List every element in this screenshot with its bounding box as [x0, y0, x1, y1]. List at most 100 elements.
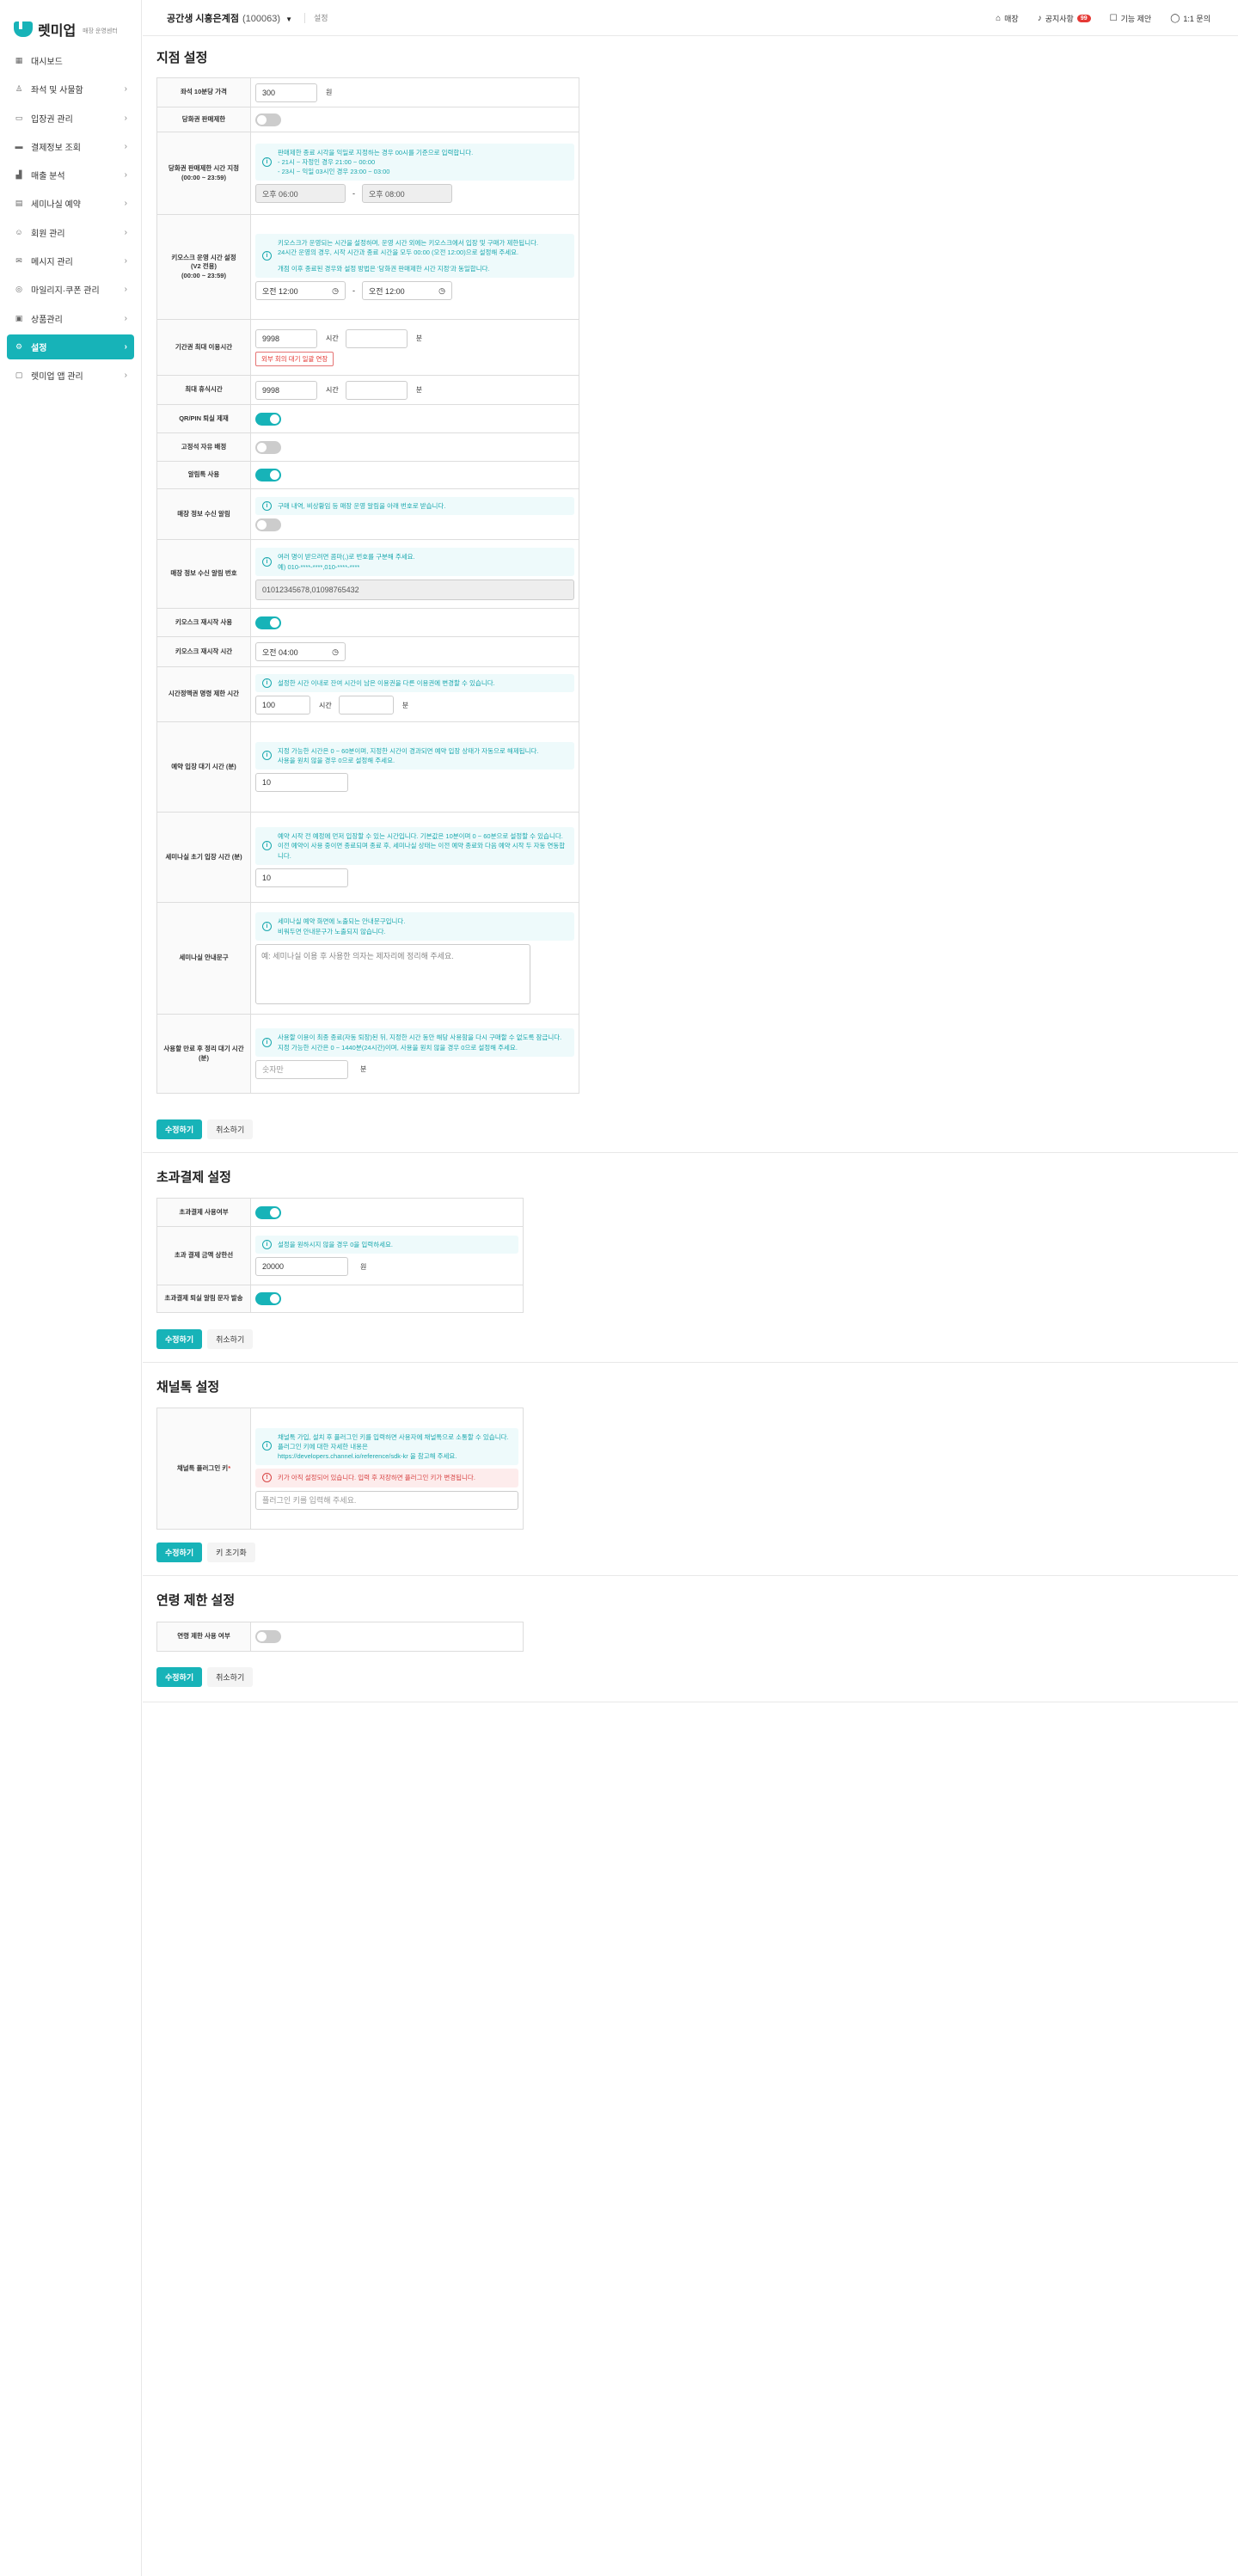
info-line: 채널톡 가입, 설치 후 플러그인 키를 입력하면 사용자에 채널톡으로 소통할… — [278, 1432, 509, 1441]
period-hours-input[interactable]: 9998 — [255, 328, 317, 348]
gear-icon: ⚙ — [15, 341, 23, 351]
time-limit-minutes-input[interactable] — [338, 696, 394, 715]
price-input[interactable]: 300 — [255, 83, 317, 102]
channel-reset-button[interactable]: 키 초기화 — [207, 1543, 255, 1562]
age-settings-table: 연령 제한 사용 여부 — [156, 1622, 524, 1652]
kiosk-end-time[interactable]: 오전 12:00 ◷ — [362, 281, 452, 301]
minute-unit: 분 — [360, 1065, 367, 1074]
seminar-guide-label: 세미나실 안내문구 — [157, 903, 251, 1014]
sidebar-item-2[interactable]: ▭ 입장권 관리 › — [7, 106, 134, 131]
sidebar-item-6[interactable]: ☺ 회원 관리 › — [7, 220, 134, 245]
overpay-use-toggle[interactable] — [255, 1205, 281, 1219]
info-line: 판매제한 종료 시각을 익일로 지정하는 경우 00시를 기준으로 입력합니다. — [278, 148, 474, 156]
row-seminar-init: 세미나실 초기 입장 시간 (분) i 예약 시작 전 예정에 먼저 입장할 수 … — [157, 813, 579, 903]
seminar-guide-textarea[interactable]: 예: 세미나실 이용 후 사용한 의자는 제자리에 정리해 주세요. — [255, 943, 530, 1004]
alert-icon: ! — [262, 1472, 272, 1482]
daily-limit-label: 당화권 판매제한 — [157, 107, 251, 132]
breadcrumb: 설정 — [313, 14, 328, 22]
sidebar-item-4[interactable]: ▟ 매출 분석 › — [7, 163, 134, 187]
sidebar-item-1[interactable]: ♙ 좌석 및 사물함 › — [7, 77, 134, 101]
overpay-save-button[interactable]: 수정하기 — [156, 1329, 203, 1349]
info-line: 설정한 시간 이내로 잔여 시간이 남은 이용권을 다른 이용권에 변경할 수 … — [278, 678, 495, 687]
row-reserve-wait: 예약 입장 대기 시간 (분) i 지정 가능한 시간은 0 ~ 60분이며, 지… — [157, 722, 579, 813]
sidebar-item-8[interactable]: ◎ 마일리지·쿠폰 관리 › — [7, 277, 134, 302]
row-notice-recv: 매장 정보 수신 알림 i 구매 내역, 비상황임 등 매장 운영 알림을 아래 … — [157, 489, 579, 540]
branch-settings-title: 지점 설정 — [156, 51, 208, 65]
reserve-wait-input[interactable]: 10 — [255, 773, 348, 793]
max-rest-minutes-input[interactable] — [345, 380, 408, 400]
sidebar-item-label: 입장권 관리 — [31, 114, 73, 125]
overpay-sms-toggle[interactable] — [255, 1292, 281, 1305]
chevron-right-icon: › — [124, 84, 127, 95]
kiosk-start-time[interactable]: 오전 12:00 ◷ — [255, 281, 346, 301]
brand-subtitle: 매장 운영센터 — [83, 28, 118, 34]
overpay-limit-label: 초과 결제 금액 상한선 — [157, 1227, 251, 1285]
sidebar-item-7[interactable]: ✉ 메시지 관리 › — [7, 248, 134, 273]
phones-label: 매장 정보 수신 알림 번호 — [157, 540, 251, 608]
sidebar-item-11[interactable]: ▢ 렛미업 앱 관리 › — [7, 363, 134, 388]
channel-save-button[interactable]: 수정하기 — [156, 1543, 203, 1562]
kiosk-restart-time-input[interactable]: 오전 04:00 ◷ — [255, 642, 346, 661]
branch-cancel-button[interactable]: 취소하기 — [207, 1119, 254, 1139]
bell-icon: ♪ — [1037, 13, 1042, 23]
max-rest-hours-input[interactable]: 9998 — [255, 380, 317, 400]
channel-docs-link[interactable]: https://developers.channel.io/reference/… — [278, 1451, 512, 1461]
sidebar-item-5[interactable]: ▤ 세미나실 예약 › — [7, 191, 134, 216]
row-alimtalk: 알림톡 사용 — [157, 462, 579, 489]
daily-limit-toggle[interactable] — [255, 113, 281, 126]
info-icon: i — [262, 1239, 272, 1249]
chat-icon: ☐ — [1109, 13, 1118, 23]
time-limit-hours-input[interactable]: 100 — [255, 696, 310, 715]
overpay-sms-label: 초과결제 퇴실 알림 문자 발송 — [157, 1285, 251, 1312]
age-cancel-button[interactable]: 취소하기 — [207, 1667, 254, 1687]
qr-toggle[interactable] — [255, 412, 281, 426]
fixed-seat-toggle[interactable] — [255, 440, 281, 454]
seat-wait-input[interactable]: 숫자만 — [255, 1059, 348, 1079]
row-qr: QR/PIN 퇴실 제재 — [157, 405, 579, 433]
alimtalk-label: 알림톡 사용 — [157, 462, 251, 488]
seminar-init-input[interactable]: 10 — [255, 868, 348, 887]
info-line: 비워두면 안내문구가 노출되지 않습니다. — [278, 927, 386, 935]
daily-time-start[interactable]: 오후 06:00 — [255, 184, 346, 204]
seat-wait-info: i 사용할 이용이 최종 종료(자동 퇴장)된 뒤, 지정한 시간 동안 해당 사… — [255, 1028, 574, 1057]
brand-logo[interactable]: 렛미업 매장 운영센터 — [14, 19, 118, 40]
kiosk-restart-toggle[interactable] — [255, 616, 281, 629]
sidebar-item-label: 상품관리 — [31, 315, 63, 325]
row-daily-limit: 당화권 판매제한 — [157, 107, 579, 132]
sidebar-item-10[interactable]: ⚙ 설정 › — [7, 334, 134, 359]
sidebar-item-label: 좌석 및 사물함 — [31, 86, 83, 96]
phones-input[interactable]: 01012345678,01098765432 — [255, 579, 574, 600]
header-action-0[interactable]: ⌂ 매장 — [996, 13, 1019, 24]
extend-waiting-button[interactable]: 외부 회의 대기 일괄 연장 — [255, 351, 334, 366]
sidebar-item-9[interactable]: ▣ 상품관리 › — [7, 306, 134, 331]
branch-save-button[interactable]: 수정하기 — [156, 1119, 203, 1139]
clock-icon: ◷ — [332, 647, 339, 656]
age-use-toggle[interactable] — [255, 1630, 281, 1643]
sidebar-item-0[interactable]: ▦ 대시보드 — [7, 48, 134, 73]
header-action-1[interactable]: ♪ 공지사항 99 — [1038, 13, 1091, 24]
age-actions: 수정하기 취소하기 — [156, 1667, 254, 1687]
required-mark: * — [228, 1463, 231, 1472]
alimtalk-toggle[interactable] — [255, 469, 281, 481]
overpay-limit-input[interactable]: 20000 — [255, 1257, 348, 1277]
row-fixed-seat: 고정석 자유 배정 — [157, 433, 579, 462]
clock-icon: ◷ — [438, 285, 445, 295]
header-divider — [303, 12, 305, 23]
minute-unit: 분 — [401, 701, 409, 709]
age-save-button[interactable]: 수정하기 — [156, 1667, 203, 1687]
overpay-cancel-button[interactable]: 취소하기 — [207, 1329, 254, 1349]
max-rest-label: 최대 휴식시간 — [157, 376, 251, 404]
sidebar-item-label: 매출 분석 — [31, 172, 65, 182]
info-line: - 23시 ~ 익일 03시인 경우 23:00 ~ 03:00 — [278, 168, 390, 176]
header-action-3[interactable]: ◯ 1:1 문의 — [1170, 13, 1210, 24]
daily-time-end[interactable]: 오후 08:00 — [362, 184, 452, 204]
store-selector[interactable]: 공간생 시흥은계점 (100063) ▼ — [167, 11, 292, 25]
info-line: 24시간 운영의 경우, 시작 시간과 종료 시간을 모두 00:00 (오전 … — [278, 248, 519, 256]
channel-key-input[interactable]: 플러그인 키를 입력해 주세요. — [255, 1490, 518, 1510]
sidebar-item-3[interactable]: ▬ 결제정보 조회 › — [7, 134, 134, 159]
period-minutes-input[interactable] — [345, 328, 408, 348]
store-name: 공간생 시흥은계점 — [167, 13, 240, 24]
sidebar-item-label: 세미나실 예약 — [31, 200, 81, 211]
notice-recv-toggle[interactable] — [255, 518, 281, 532]
header-action-2[interactable]: ☐ 기능 제안 — [1110, 13, 1152, 24]
